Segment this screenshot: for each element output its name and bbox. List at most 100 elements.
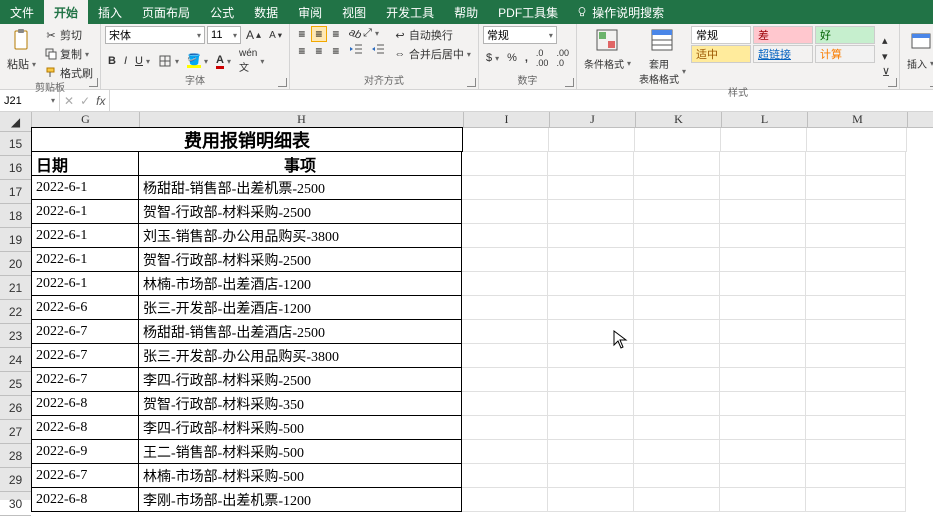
- menu-file[interactable]: 文件: [0, 0, 44, 24]
- cell[interactable]: [548, 272, 634, 296]
- cell[interactable]: 2022-6-1: [31, 199, 139, 224]
- cell[interactable]: 2022-6-8: [31, 415, 139, 440]
- style-calc[interactable]: 计算: [815, 45, 875, 63]
- cell[interactable]: 张三-开发部-出差酒店-1200: [138, 295, 462, 320]
- row-header[interactable]: 23: [0, 324, 31, 348]
- cell[interactable]: [634, 416, 720, 440]
- cell[interactable]: [806, 272, 906, 296]
- align-left[interactable]: ≡: [294, 43, 310, 59]
- cell[interactable]: [720, 200, 806, 224]
- cell[interactable]: 2022-6-7: [31, 343, 139, 368]
- tab-layout[interactable]: 页面布局: [132, 0, 200, 24]
- cell[interactable]: [462, 224, 548, 248]
- cell[interactable]: 2022-6-7: [31, 319, 139, 344]
- cell[interactable]: [806, 416, 906, 440]
- cell[interactable]: [462, 320, 548, 344]
- cell[interactable]: [634, 320, 720, 344]
- percent-button[interactable]: %: [504, 51, 520, 65]
- tab-help[interactable]: 帮助: [444, 0, 488, 24]
- align-right[interactable]: ≡: [328, 43, 344, 59]
- cell[interactable]: 贺智-行政部-材料采购-2500: [138, 199, 462, 224]
- phonetic-button[interactable]: wén文▾: [236, 47, 267, 75]
- tab-view[interactable]: 视图: [332, 0, 376, 24]
- style-normal[interactable]: 常规: [691, 26, 751, 44]
- row-header[interactable]: 21: [0, 276, 31, 300]
- number-format-input[interactable]: 常规▾: [483, 26, 557, 44]
- row-header[interactable]: 16: [0, 156, 31, 180]
- cell[interactable]: 2022-6-7: [31, 463, 139, 488]
- decrease-decimal-button[interactable]: .00.0: [553, 47, 572, 69]
- row-header[interactable]: 26: [0, 396, 31, 420]
- cell[interactable]: [548, 224, 634, 248]
- select-all-corner[interactable]: ◢: [0, 112, 31, 132]
- row-header[interactable]: 29: [0, 468, 31, 492]
- style-bad[interactable]: 差: [753, 26, 813, 44]
- align-top[interactable]: ≡: [294, 26, 310, 42]
- cell[interactable]: 2022-6-1: [31, 271, 139, 296]
- tab-dev[interactable]: 开发工具: [376, 0, 444, 24]
- cell[interactable]: [548, 152, 634, 176]
- cell[interactable]: 2022-6-6: [31, 295, 139, 320]
- bold-button[interactable]: B: [105, 54, 119, 68]
- fill-color-button[interactable]: 🪣▾: [184, 53, 211, 69]
- cell[interactable]: [548, 176, 634, 200]
- cell[interactable]: [548, 416, 634, 440]
- style-scroll-down[interactable]: ▾: [879, 49, 893, 64]
- cell[interactable]: 费用报销明细表: [31, 127, 463, 152]
- cell[interactable]: [548, 344, 634, 368]
- col-header-M[interactable]: M: [808, 112, 908, 127]
- row-header[interactable]: 17: [0, 180, 31, 204]
- cell[interactable]: [462, 488, 548, 512]
- cell[interactable]: 2022-6-1: [31, 247, 139, 272]
- cell[interactable]: [462, 416, 548, 440]
- cell[interactable]: [806, 296, 906, 320]
- format-as-table-button[interactable]: [648, 26, 676, 54]
- cell[interactable]: [720, 488, 806, 512]
- col-header-K[interactable]: K: [636, 112, 722, 127]
- fx-icon[interactable]: fx: [96, 94, 105, 108]
- cell[interactable]: [634, 200, 720, 224]
- cell[interactable]: [720, 272, 806, 296]
- row-header[interactable]: 22: [0, 300, 31, 324]
- cell[interactable]: [462, 152, 548, 176]
- decrease-indent-button[interactable]: [346, 42, 366, 56]
- cell[interactable]: [720, 248, 806, 272]
- cell[interactable]: [462, 272, 548, 296]
- style-good[interactable]: 好: [815, 26, 875, 44]
- cell[interactable]: 刘玉-销售部-办公用品购买-3800: [138, 223, 462, 248]
- style-neutral[interactable]: 适中: [691, 45, 751, 63]
- cell[interactable]: [634, 296, 720, 320]
- cell[interactable]: 2022-6-1: [31, 223, 139, 248]
- cell[interactable]: [462, 176, 548, 200]
- align-bottom[interactable]: ≡: [328, 26, 344, 42]
- cell[interactable]: [634, 392, 720, 416]
- cell[interactable]: 张三-开发部-办公用品购买-3800: [138, 343, 462, 368]
- cell[interactable]: [634, 344, 720, 368]
- style-link[interactable]: 超链接: [753, 45, 813, 63]
- cell[interactable]: [634, 152, 720, 176]
- cell[interactable]: 李四-行政部-材料采购-2500: [138, 367, 462, 392]
- row-header[interactable]: 24: [0, 348, 31, 372]
- cell[interactable]: [806, 320, 906, 344]
- row-header[interactable]: 19: [0, 228, 31, 252]
- cell[interactable]: [462, 296, 548, 320]
- cell[interactable]: 2022-6-8: [31, 391, 139, 416]
- cell[interactable]: [806, 200, 906, 224]
- cell[interactable]: [720, 416, 806, 440]
- cell[interactable]: [548, 464, 634, 488]
- cell[interactable]: [806, 392, 906, 416]
- cell[interactable]: [548, 368, 634, 392]
- increase-decimal-button[interactable]: .0.00: [533, 47, 552, 69]
- cell[interactable]: [635, 128, 721, 152]
- cell[interactable]: 杨甜甜-销售部-出差酒店-2500: [138, 319, 462, 344]
- cell[interactable]: [721, 128, 807, 152]
- cell[interactable]: [548, 320, 634, 344]
- cell[interactable]: [720, 224, 806, 248]
- conditional-format-button[interactable]: [593, 26, 621, 54]
- cell[interactable]: [720, 464, 806, 488]
- cell[interactable]: [462, 344, 548, 368]
- cell[interactable]: [806, 488, 906, 512]
- tab-formulas[interactable]: 公式: [200, 0, 244, 24]
- paste-button[interactable]: [8, 26, 36, 54]
- cell[interactable]: [548, 392, 634, 416]
